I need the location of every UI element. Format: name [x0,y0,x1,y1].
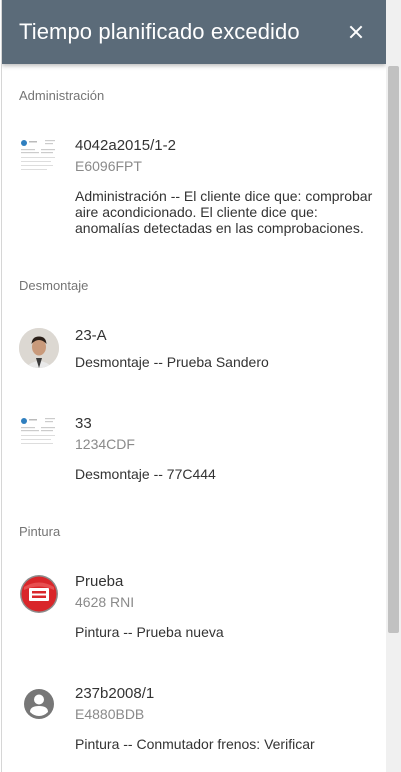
scrollbar[interactable] [386,0,401,772]
item-code: Prueba [75,573,124,590]
item-plate: E6096FPT [75,158,142,174]
item-plate: 1234CDF [75,436,135,452]
document-thumbnail [19,416,59,456]
section-label-desmontaje: Desmontaje [19,278,89,293]
item-description: Pintura -- Prueba nueva [75,624,224,640]
list-item[interactable]: 4042a2015/1-2 E6096FPT Administración --… [2,136,386,236]
list-item[interactable]: Prueba 4628 RNI Pintura -- Prueba nueva [2,572,386,640]
overdue-panel: Tiempo planificado excedido Administraci… [1,0,386,772]
close-icon[interactable] [342,18,370,46]
item-description: Administración -- El cliente dice que: c… [75,188,373,236]
item-description: Pintura -- Conmutador frenos: Verificar [75,736,315,752]
item-code: 23-A [75,327,107,344]
item-code: 33 [75,415,92,432]
section-label-administracion: Administración [19,88,105,103]
item-description: Desmontaje -- 77C444 [75,466,216,482]
item-description: Desmontaje -- Prueba Sandero [75,354,269,370]
list-item[interactable]: 33 1234CDF Desmontaje -- 77C444 [2,414,386,482]
item-code: 237b2008/1 [75,685,155,702]
list-item[interactable]: 23-A Desmontaje -- Prueba Sandero [2,326,386,370]
person-photo [19,328,59,368]
section-label-pintura: Pintura [19,524,61,539]
list-item[interactable]: 237b2008/1 E4880BDB Pintura -- Conmutado… [2,684,386,752]
account-circle-icon [19,684,59,724]
panel-title: Tiempo planificado excedido [19,19,300,44]
item-plate: 4628 RNI [75,594,135,610]
brand-logo [19,574,59,614]
scrollbar-thumb[interactable] [388,66,399,633]
item-code: 4042a2015/1-2 [75,137,176,154]
document-thumbnail [19,138,59,178]
item-plate: E4880BDB [75,706,145,722]
panel-header: Tiempo planificado excedido [2,0,386,64]
